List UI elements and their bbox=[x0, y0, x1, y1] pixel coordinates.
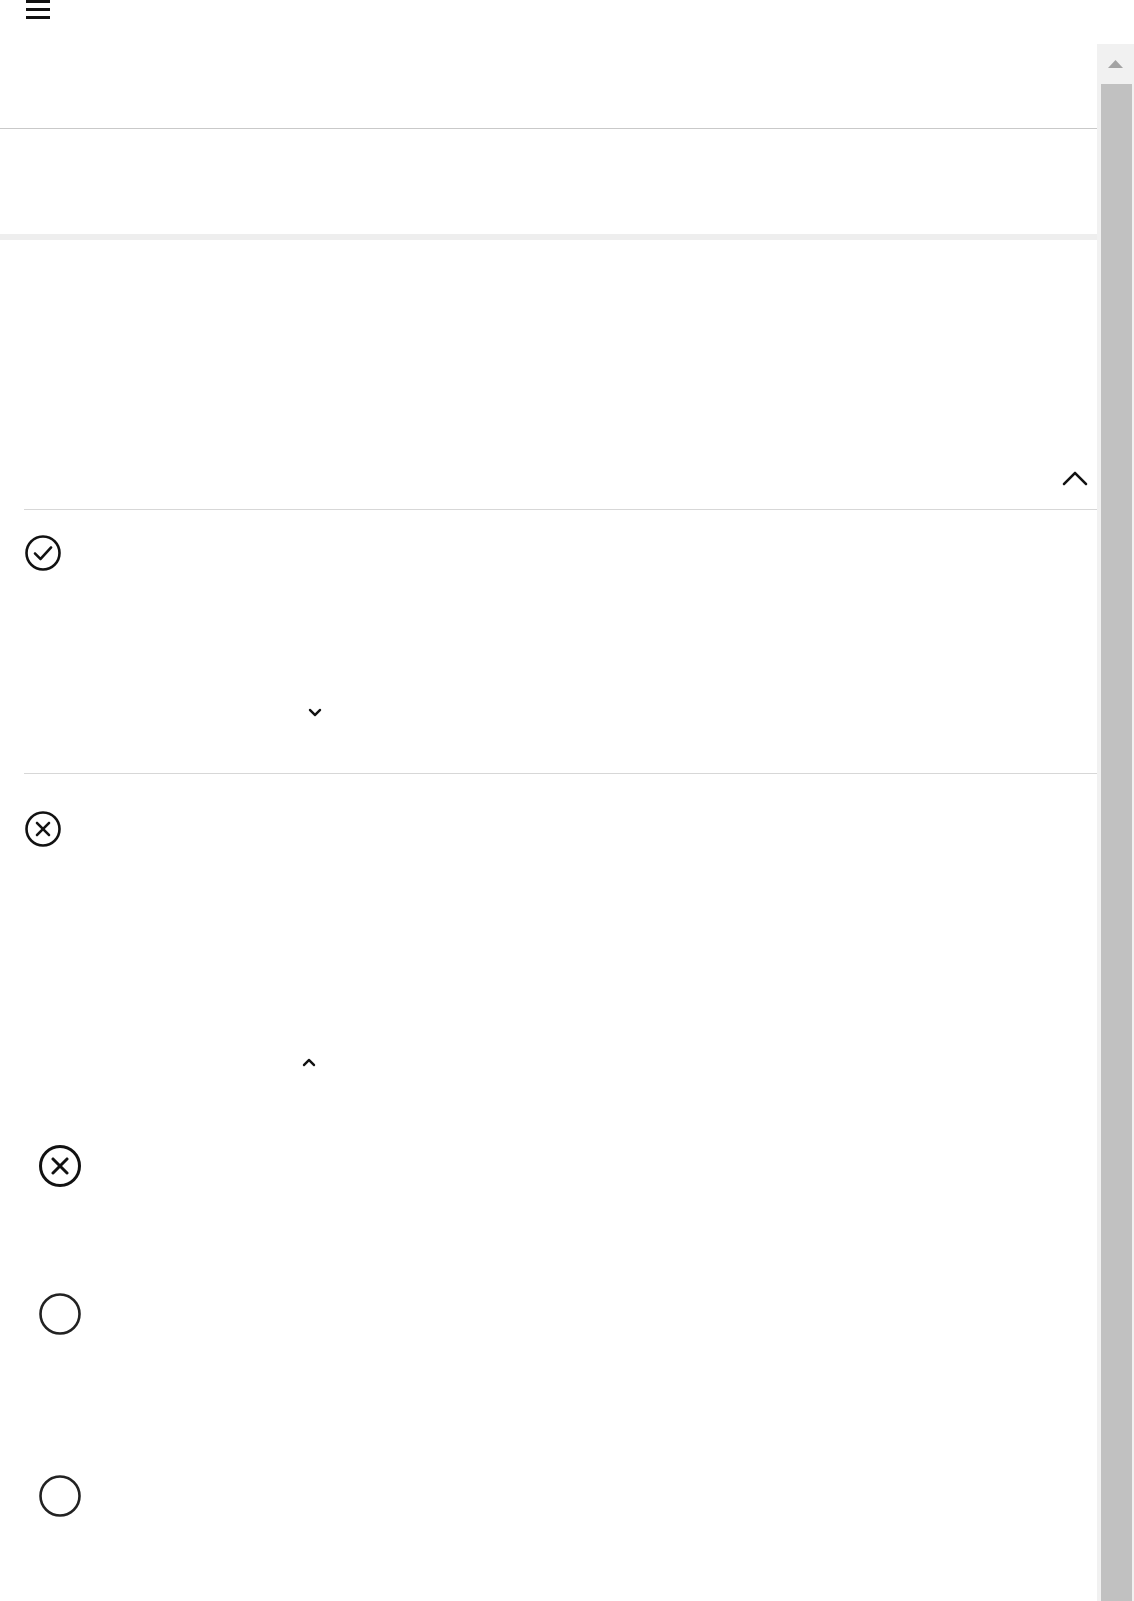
scrollbar-thumb[interactable] bbox=[1101, 84, 1132, 1601]
empty-circle-icon[interactable] bbox=[38, 1474, 82, 1518]
chevron-down-icon[interactable] bbox=[306, 706, 324, 720]
x-circle-icon[interactable] bbox=[38, 1144, 82, 1188]
section-divider bbox=[24, 509, 1097, 510]
chevron-up-icon[interactable] bbox=[300, 1055, 318, 1069]
chevron-up-icon[interactable] bbox=[1060, 468, 1090, 488]
subheader-divider bbox=[0, 234, 1097, 240]
x-circle-icon bbox=[24, 810, 62, 848]
check-circle-icon bbox=[24, 534, 62, 572]
hamburger-menu-icon[interactable] bbox=[26, 0, 50, 20]
scroll-up-arrow-icon[interactable] bbox=[1097, 44, 1134, 82]
vertical-scrollbar[interactable] bbox=[1097, 44, 1134, 1601]
empty-circle-icon[interactable] bbox=[38, 1292, 82, 1336]
section-divider bbox=[24, 773, 1097, 774]
header-divider bbox=[0, 128, 1097, 129]
